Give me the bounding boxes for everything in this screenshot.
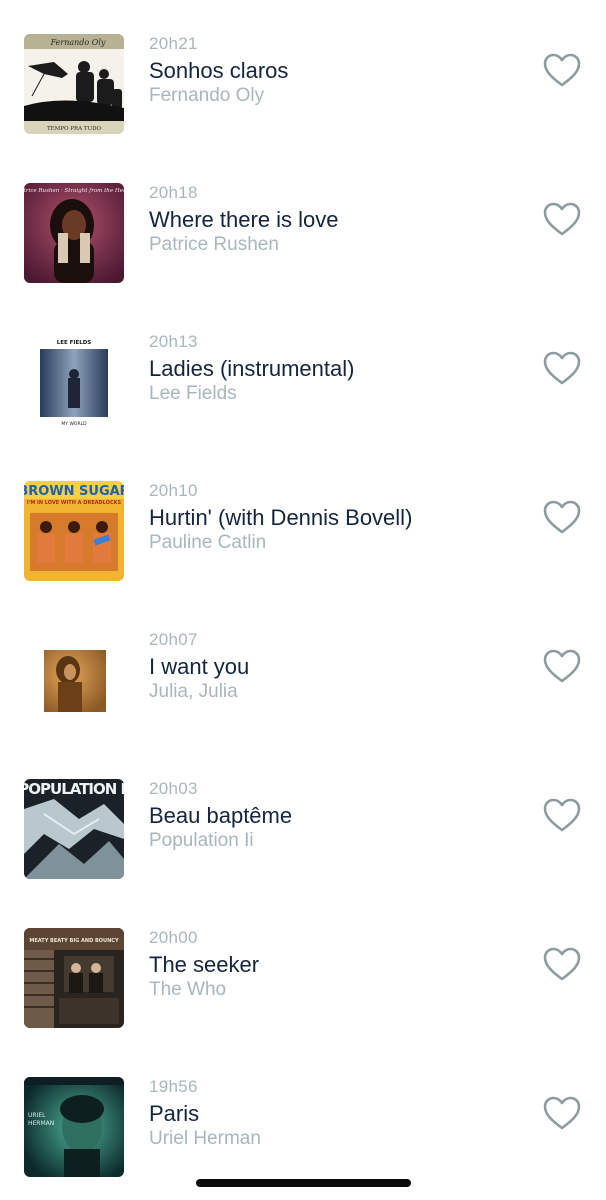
svg-text:Patrice Rushen · Straight from: Patrice Rushen · Straight from the Heart bbox=[24, 188, 124, 194]
album-cover-julia-julia bbox=[24, 630, 124, 730]
track-time: 19h56 bbox=[149, 1077, 198, 1096]
track-title: Sonhos claros bbox=[149, 58, 289, 83]
track-title: Beau baptême bbox=[149, 803, 293, 828]
like-button[interactable] bbox=[542, 797, 582, 833]
home-indicator[interactable] bbox=[196, 1179, 411, 1187]
album-cover-the-who: MEATY BEATY BIG AND BOUNCY bbox=[24, 928, 124, 1028]
album-cover-fernando-oly: Fernando Oly TEMPO PRA TUDO bbox=[24, 34, 124, 134]
album-cover-population-ii: POPULATION II bbox=[24, 779, 124, 879]
svg-text:POPULATION II: POPULATION II bbox=[24, 780, 124, 798]
track-title: I want you bbox=[149, 654, 250, 679]
track-row[interactable]: BROWN SUGAR I'M IN LOVE WITH A DREADLOCK… bbox=[0, 447, 606, 596]
track-artist: Lee Fields bbox=[149, 383, 237, 404]
track-title: Hurtin' (with Dennis Bovell) bbox=[149, 505, 413, 530]
like-button[interactable] bbox=[542, 201, 582, 237]
track-title: Paris bbox=[149, 1101, 200, 1126]
track-row[interactable]: LEE FIELDS MY WORLD 20h13 Ladies (instru… bbox=[0, 298, 606, 447]
track-row[interactable]: MEATY BEATY BIG AND BOUNCY 20h00 The see… bbox=[0, 894, 606, 1043]
track-artist: Pauline Catlin bbox=[149, 532, 267, 553]
track-title: Ladies (instrumental) bbox=[149, 356, 355, 381]
track-artist: Population Ii bbox=[149, 830, 254, 851]
album-cover-brown-sugar: BROWN SUGAR I'M IN LOVE WITH A DREADLOCK… bbox=[24, 481, 124, 581]
track-time: 20h10 bbox=[149, 481, 198, 500]
track-artist: The Who bbox=[149, 979, 227, 1000]
like-button[interactable] bbox=[542, 499, 582, 535]
svg-text:LEE FIELDS: LEE FIELDS bbox=[57, 340, 92, 346]
svg-text:BROWN SUGAR: BROWN SUGAR bbox=[24, 484, 124, 499]
track-time: 20h03 bbox=[149, 779, 198, 798]
svg-text:I'M IN LOVE WITH A DREADLOCKS: I'M IN LOVE WITH A DREADLOCKS bbox=[27, 500, 122, 506]
heart-outline-icon bbox=[543, 500, 581, 534]
album-cover-patrice-rushen: Patrice Rushen · Straight from the Heart bbox=[24, 183, 124, 283]
heart-outline-icon bbox=[543, 351, 581, 385]
track-artist: Uriel Herman bbox=[149, 1128, 261, 1149]
heart-outline-icon bbox=[543, 649, 581, 683]
like-button[interactable] bbox=[542, 350, 582, 386]
track-title: Where there is love bbox=[149, 207, 339, 232]
track-row[interactable]: Fernando Oly TEMPO PRA TUDO 20h21 Sonhos… bbox=[0, 0, 606, 149]
track-artist: Fernando Oly bbox=[149, 85, 265, 106]
track-title: The seeker bbox=[149, 952, 260, 977]
svg-text:URIEL: URIEL bbox=[28, 1112, 46, 1119]
heart-outline-icon bbox=[543, 798, 581, 832]
track-list: Fernando Oly TEMPO PRA TUDO 20h21 Sonhos… bbox=[0, 0, 606, 1200]
track-time: 20h21 bbox=[149, 34, 198, 53]
like-button[interactable] bbox=[542, 52, 582, 88]
svg-text:HERMAN: HERMAN bbox=[28, 1120, 54, 1127]
heart-outline-icon bbox=[543, 1096, 581, 1130]
heart-outline-icon bbox=[543, 53, 581, 87]
like-button[interactable] bbox=[542, 648, 582, 684]
svg-text:MEATY BEATY BIG AND BOUNCY: MEATY BEATY BIG AND BOUNCY bbox=[29, 938, 119, 944]
heart-outline-icon bbox=[543, 202, 581, 236]
track-time: 20h13 bbox=[149, 332, 198, 351]
track-time: 20h07 bbox=[149, 630, 198, 649]
track-artist: Patrice Rushen bbox=[149, 234, 279, 255]
track-time: 20h18 bbox=[149, 183, 198, 202]
track-row[interactable]: URIEL HERMAN 19h56 Paris Uriel Herman bbox=[0, 1043, 606, 1192]
track-row[interactable]: POPULATION II 20h03 Beau baptême Populat… bbox=[0, 745, 606, 894]
heart-outline-icon bbox=[543, 947, 581, 981]
like-button[interactable] bbox=[542, 946, 582, 982]
svg-text:TEMPO PRA TUDO: TEMPO PRA TUDO bbox=[47, 126, 102, 132]
track-row[interactable]: Patrice Rushen · Straight from the Heart… bbox=[0, 149, 606, 298]
album-cover-uriel-herman: URIEL HERMAN bbox=[24, 1077, 124, 1177]
track-time: 20h00 bbox=[149, 928, 198, 947]
track-row[interactable]: 20h07 I want you Julia, Julia bbox=[0, 596, 606, 745]
like-button[interactable] bbox=[542, 1095, 582, 1131]
album-cover-lee-fields: LEE FIELDS MY WORLD bbox=[24, 332, 124, 432]
svg-text:Fernando Oly: Fernando Oly bbox=[50, 38, 106, 47]
svg-text:MY WORLD: MY WORLD bbox=[61, 421, 87, 427]
track-artist: Julia, Julia bbox=[149, 681, 238, 702]
